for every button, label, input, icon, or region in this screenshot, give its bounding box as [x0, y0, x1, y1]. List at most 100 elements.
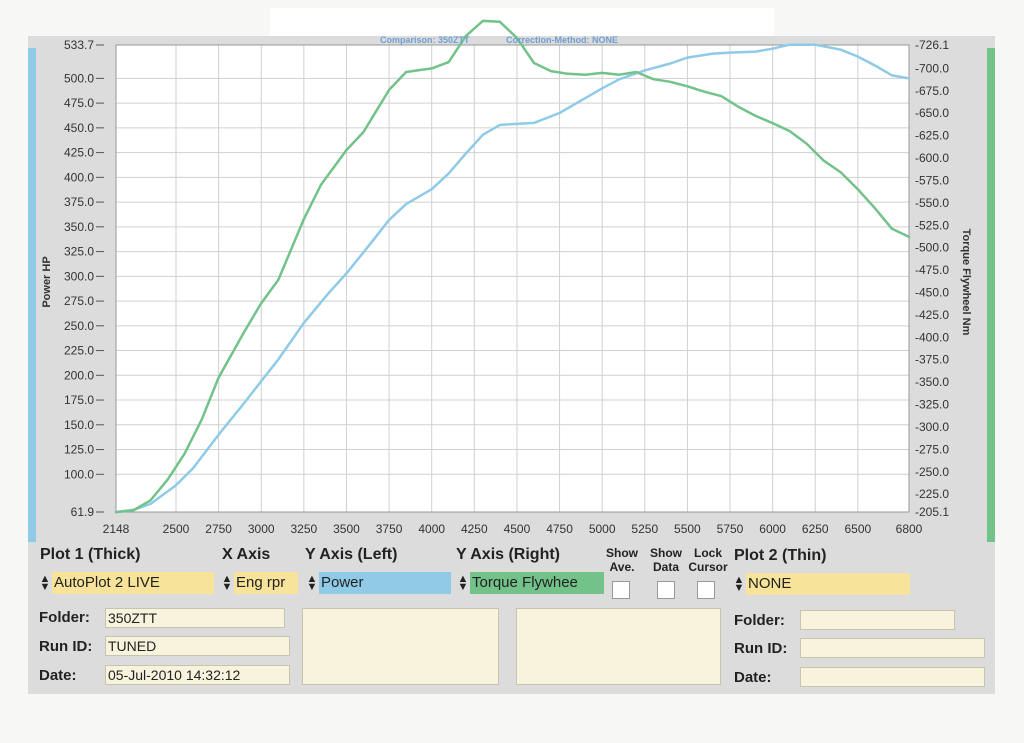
y-left-tick-label: 400.0 — [64, 170, 94, 184]
y-left-tick-label: 425.0 — [64, 146, 94, 160]
y-left-header: Y Axis (Left) — [305, 546, 398, 563]
y-left-tick-label: 275.0 — [64, 294, 94, 308]
plot2-date-field[interactable] — [800, 667, 985, 687]
plot1-runid-label: Run ID: — [39, 638, 93, 655]
y-left-tick-label: 475.0 — [64, 96, 94, 110]
y-right-tick-label: -425.0 — [915, 308, 949, 322]
y-right-tick-label: -375.0 — [915, 353, 949, 367]
info-panel-right — [516, 608, 721, 685]
lock-cursor-checkbox[interactable] — [697, 581, 715, 599]
plot-area — [116, 45, 909, 512]
lock-cursor-label: Lock Cursor — [688, 546, 728, 574]
y-left-tick-label: 61.9 — [71, 505, 95, 519]
y-left-tick-label: 300.0 — [64, 269, 94, 283]
y-right-tick-label: -250.0 — [915, 465, 949, 479]
y-right-tick-label: -650.0 — [915, 106, 949, 120]
plot2-value: NONE — [746, 573, 910, 595]
plot2-folder-field[interactable] — [800, 610, 955, 630]
y-left-selector[interactable]: ▲ ▼ Power — [305, 572, 451, 594]
x-tick-label: 3250 — [291, 522, 318, 536]
y-left-tick-label: 500.0 — [64, 71, 94, 85]
y-right-tick-label: -300.0 — [915, 420, 949, 434]
top-note-correction: Correction-Method: NONE — [506, 35, 618, 45]
x-axis-value: Eng rpr — [234, 572, 298, 594]
y-left-tick-label: 325.0 — [64, 245, 94, 259]
x-tick-label: 4250 — [461, 522, 488, 536]
plot2-date-label: Date: — [734, 669, 772, 686]
y-right-value: Torque Flywhee — [470, 572, 604, 594]
y-left-tick-label: 450.0 — [64, 121, 94, 135]
show-data-label: Show Data — [650, 546, 682, 574]
x-tick-label: 5750 — [717, 522, 744, 536]
x-axis-selector[interactable]: ▲ ▼ Eng rpr — [220, 572, 298, 594]
x-tick-label: 6800 — [896, 522, 923, 536]
y-right-tick-label: -325.0 — [915, 398, 949, 412]
y-right-tick-label: -700.0 — [915, 61, 949, 75]
y-right-axis-title: Torque Flywheel Nm — [960, 229, 972, 336]
left-blue-border — [28, 48, 36, 542]
plot1-runid-field[interactable]: TUNED — [105, 636, 290, 656]
x-tick-label: 3750 — [376, 522, 403, 536]
y-right-selector[interactable]: ▲ ▼ Torque Flywhee — [456, 572, 604, 594]
y-right-tick-label: -675.0 — [915, 84, 949, 98]
y-right-tick-label: -275.0 — [915, 442, 949, 456]
x-tick-label: 2148 — [103, 522, 130, 536]
up-down-arrow-icon: ▲ ▼ — [306, 573, 318, 593]
y-right-tick-label: -550.0 — [915, 196, 949, 210]
show-ave-label: Show Ave. — [606, 546, 638, 574]
y-right-tick-label: -726.1 — [915, 38, 949, 52]
x-tick-label: 5250 — [631, 522, 658, 536]
show-ave-checkbox[interactable] — [612, 581, 630, 599]
x-tick-label: 2500 — [163, 522, 190, 536]
x-tick-label: 4500 — [504, 522, 531, 536]
y-right-header: Y Axis (Right) — [456, 546, 561, 563]
y-left-tick-label: 150.0 — [64, 418, 94, 432]
x-tick-label: 2750 — [205, 522, 232, 536]
plot2-selector[interactable]: ▲ ▼ NONE — [732, 573, 910, 595]
y-left-tick-label: 375.0 — [64, 195, 94, 209]
show-data-checkbox[interactable] — [657, 581, 675, 599]
y-right-tick-label: -600.0 — [915, 151, 949, 165]
plot2-header: Plot 2 (Thin) — [734, 547, 827, 564]
y-left-tick-label: 200.0 — [64, 368, 94, 382]
plot1-date-label: Date: — [39, 667, 77, 684]
x-axis-header: X Axis — [222, 546, 271, 563]
plot2-runid-field[interactable] — [800, 638, 985, 658]
dyno-chart: 2148 2500 2750 3000 3250 3500 3750 4000 4250 4500… — [28, 19, 995, 542]
plot1-date-field[interactable]: 05-Jul-2010 14:32:12 — [105, 665, 290, 685]
plot2-runid-label: Run ID: — [734, 640, 788, 657]
plot1-folder-label: Folder: — [39, 609, 90, 626]
y-right-tick-label: -625.0 — [915, 129, 949, 143]
plot1-selector[interactable]: ▲ ▼ AutoPlot 2 LIVE — [38, 572, 214, 594]
y-right-tick-label: -400.0 — [915, 330, 949, 344]
up-down-arrow-icon: ▲ ▼ — [733, 574, 745, 594]
x-tick-label: 6250 — [802, 522, 829, 536]
y-right-tick-label: -350.0 — [915, 375, 949, 389]
x-tick-label: 4000 — [418, 522, 445, 536]
right-green-border — [987, 48, 995, 542]
y-right-tick-label: -450.0 — [915, 285, 949, 299]
x-tick-label: 6500 — [845, 522, 872, 536]
plot1-value: AutoPlot 2 LIVE — [52, 572, 214, 594]
x-tick-label: 3000 — [248, 522, 275, 536]
plot1-header: Plot 1 (Thick) — [40, 546, 141, 563]
y-right-tick-label: -225.0 — [915, 487, 949, 501]
up-down-arrow-icon: ▲ ▼ — [221, 573, 233, 593]
x-tick-label: 3500 — [333, 522, 360, 536]
y-left-tick-label: 350.0 — [64, 220, 94, 234]
up-down-arrow-icon: ▲ ▼ — [39, 573, 51, 593]
up-down-arrow-icon: ▲ ▼ — [457, 573, 469, 593]
plot1-folder-field[interactable]: 350ZTT — [105, 608, 285, 628]
y-left-tick-label: 100.0 — [64, 467, 94, 481]
y-right-tick-label: -205.1 — [915, 505, 949, 519]
y-left-value: Power — [319, 572, 451, 594]
y-right-tick-label: -525.0 — [915, 218, 949, 232]
y-left-tick-label: 533.7 — [64, 38, 94, 52]
x-tick-label: 5500 — [674, 522, 701, 536]
plot2-folder-label: Folder: — [734, 612, 785, 629]
x-tick-label: 5000 — [589, 522, 616, 536]
y-left-tick-label: 250.0 — [64, 319, 94, 333]
top-note-comparison: Comparison: 350ZTT — [380, 35, 470, 45]
x-tick-label: 4750 — [546, 522, 573, 536]
y-right-tick-label: -475.0 — [915, 263, 949, 277]
